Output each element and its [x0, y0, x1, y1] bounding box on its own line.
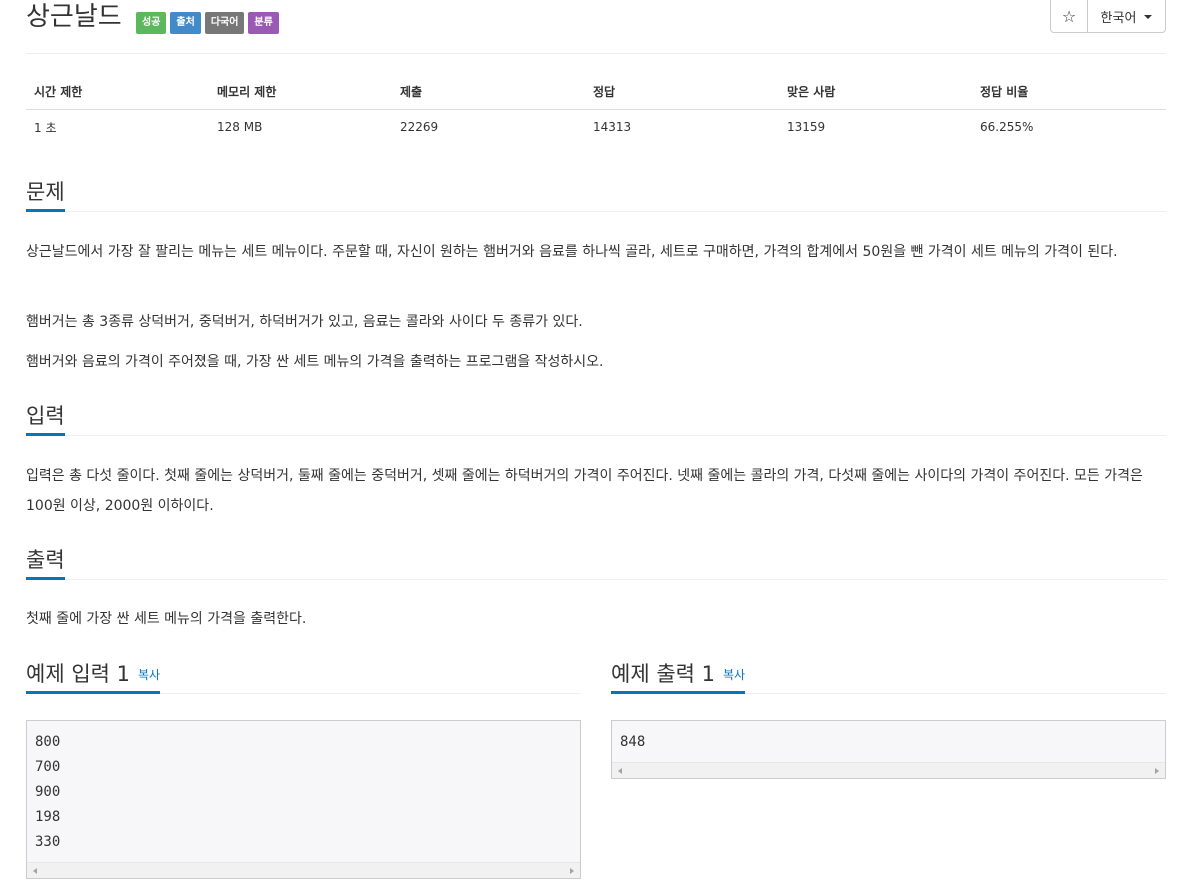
sample-input-box[interactable]: 800 700 900 198 330	[26, 720, 581, 879]
input-section-header: 입력	[26, 402, 1166, 436]
success-label[interactable]: 성공	[136, 12, 167, 34]
problem-info-table: 시간 제한 메모리 제한 제출 정답 맞은 사람 정답 비율 1 초 128 M…	[26, 74, 1166, 145]
header-memory-limit: 메모리 제한	[209, 74, 392, 110]
scroll-right-icon[interactable]	[1155, 768, 1159, 774]
problem-paragraph-3: 햄버거와 음료의 가격이 주어졌을 때, 가장 싼 세트 메뉴의 가격을 출력하…	[26, 354, 604, 370]
header-solved-users: 맞은 사람	[779, 74, 972, 110]
value-solved-users: 13159	[787, 120, 826, 135]
header-accept-ratio: 정답 비율	[972, 74, 1166, 110]
header-submissions: 제출	[392, 74, 585, 110]
header-time-limit: 시간 제한	[26, 74, 209, 110]
value-memory-limit: 128 MB	[217, 120, 263, 135]
input-heading: 입력	[26, 402, 65, 436]
value-time-limit: 1 초	[34, 120, 57, 135]
problem-paragraph-2: 햄버거는 총 3종류 상덕버거, 중덕버거, 하덕버거가 있고, 음료는 콜라와…	[26, 314, 583, 330]
value-accept-ratio: 66.255%	[980, 120, 1034, 135]
multilang-label[interactable]: 다국어	[204, 12, 245, 34]
category-label[interactable]: 분류	[248, 12, 279, 34]
sample-output-box[interactable]: 848	[611, 720, 1166, 779]
title-row: 상근날드 성공 출처 다국어 분류 ☆ 한국어	[26, 0, 1166, 54]
scroll-left-icon[interactable]	[618, 768, 622, 774]
sample-output-scrollbar[interactable]	[612, 762, 1165, 778]
scroll-right-icon[interactable]	[570, 868, 574, 874]
page-title: 상근날드	[26, 2, 122, 32]
info-header-row: 시간 제한 메모리 제한 제출 정답 맞은 사람 정답 비율	[26, 74, 1166, 110]
sample-input-title: 예제 입력 1	[26, 662, 130, 686]
star-icon[interactable]: ☆	[1051, 0, 1088, 32]
caret-down-icon	[1144, 15, 1153, 19]
info-value-row: 1 초 128 MB 22269 14313 13159 66.255%	[26, 109, 1166, 145]
sample-input-heading: 예제 입력 1 복사	[26, 660, 161, 694]
sample-output-heading: 예제 출력 1 복사	[611, 660, 746, 694]
sample-output-title: 예제 출력 1	[611, 662, 715, 686]
language-dropdown[interactable]: 한국어	[1088, 0, 1165, 32]
source-label[interactable]: 출처	[170, 12, 201, 34]
input-description: 입력은 총 다섯 줄이다. 첫째 줄에는 상덕버거, 둘째 줄에는 중덕버거, …	[26, 468, 1143, 514]
value-accepted: 14313	[593, 120, 632, 135]
header-accepted: 정답	[585, 74, 779, 110]
output-heading: 출력	[26, 546, 65, 580]
output-description: 첫째 줄에 가장 싼 세트 메뉴의 가격을 출력한다.	[26, 611, 307, 627]
sample-input-copy-button[interactable]: 복사	[138, 668, 160, 682]
sample-input-scrollbar[interactable]	[27, 862, 580, 878]
problem-labels: 성공 출처 다국어 분류	[136, 12, 279, 34]
problem-section-header: 문제	[26, 178, 1166, 212]
top-controls: ☆ 한국어	[1050, 0, 1166, 33]
scroll-left-icon[interactable]	[33, 868, 37, 874]
value-submissions: 22269	[400, 120, 439, 135]
problem-paragraph-1: 상근날드에서 가장 잘 팔리는 메뉴는 세트 메뉴이다. 주문할 때, 자신이 …	[26, 244, 1118, 260]
sample-input-text: 800 700 900 198 330	[35, 734, 61, 850]
sample-output-header: 예제 출력 1 복사	[611, 660, 1166, 694]
sample-output-copy-button[interactable]: 복사	[723, 668, 745, 682]
problem-heading: 문제	[26, 178, 65, 212]
language-label: 한국어	[1100, 10, 1137, 26]
sample-output-text: 848	[620, 734, 646, 750]
sample-input-header: 예제 입력 1 복사	[26, 660, 581, 694]
output-section-header: 출력	[26, 546, 1166, 580]
